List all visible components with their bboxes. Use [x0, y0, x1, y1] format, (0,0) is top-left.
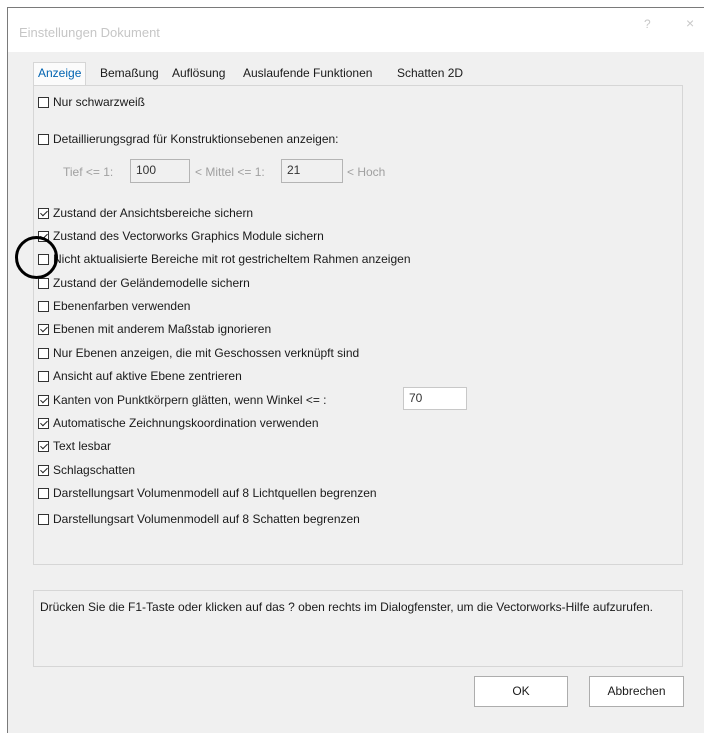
tab-auslaufende-funktionen[interactable]: Auslaufende Funktionen — [239, 63, 376, 85]
checkbox-checked[interactable] — [38, 207, 49, 219]
mittel-label: < Mittel <= 1: — [195, 165, 265, 179]
option-row[interactable]: Ebenenfarben verwenden — [38, 298, 190, 314]
option-label: Ebenenfarben verwenden — [53, 299, 191, 313]
checkbox-unchecked[interactable] — [38, 96, 49, 108]
option-row[interactable]: Darstellungsart Volumenmodell auf 8 Lich… — [38, 485, 377, 501]
checkbox-unchecked[interactable] — [38, 370, 49, 382]
title-bar: Einstellungen Dokument ? × — [8, 8, 704, 52]
option-label: Automatische Zeichnungskoordination verw… — [53, 416, 319, 430]
tab-schatten-2d[interactable]: Schatten 2D — [393, 63, 467, 85]
checkbox-unchecked[interactable] — [38, 300, 49, 312]
option-label: Nur schwarzweiß — [53, 95, 146, 109]
option-label: Zustand der Geländemodelle sichern — [53, 276, 250, 290]
option-row[interactable]: Nur schwarzweiß — [38, 94, 145, 110]
option-label: Detaillierungsgrad für Konstruktionseben… — [53, 132, 339, 146]
ok-button[interactable]: OK — [474, 676, 568, 707]
checkbox-unchecked[interactable] — [38, 513, 49, 525]
checkbox-checked[interactable] — [38, 323, 49, 335]
option-row[interactable]: Schlagschatten — [38, 462, 135, 478]
option-row[interactable]: Text lesbar — [38, 438, 111, 454]
mittel-input[interactable]: 21 — [281, 159, 343, 183]
tab-bemassung[interactable]: Bemaßung — [96, 63, 163, 85]
tab-aufloesung[interactable]: Auflösung — [168, 63, 229, 85]
close-icon[interactable]: × — [686, 15, 694, 31]
option-row[interactable]: Nur Ebenen anzeigen, die mit Geschossen … — [38, 345, 359, 361]
option-label: Zustand des Vectorworks Graphics Module … — [53, 229, 324, 243]
option-row[interactable]: Zustand des Vectorworks Graphics Module … — [38, 228, 324, 244]
option-label: Nicht aktualisierte Bereiche mit rot ges… — [53, 252, 411, 266]
help-icon[interactable]: ? — [644, 17, 651, 31]
angle-input[interactable]: 70 — [403, 387, 467, 410]
option-row[interactable]: Darstellungsart Volumenmodell auf 8 Scha… — [38, 511, 360, 527]
option-row[interactable]: Detaillierungsgrad für Konstruktionseben… — [38, 131, 339, 147]
option-row[interactable]: Automatische Zeichnungskoordination verw… — [38, 415, 319, 431]
checkbox-unchecked[interactable] — [38, 347, 49, 359]
cancel-button[interactable]: Abbrechen — [589, 676, 684, 707]
checkbox-checked[interactable] — [38, 394, 49, 406]
tab-anzeige[interactable]: Anzeige — [33, 62, 87, 86]
option-label: Ansicht auf aktive Ebene zentrieren — [53, 369, 242, 383]
option-label: Darstellungsart Volumenmodell auf 8 Scha… — [53, 512, 360, 526]
checkbox-checked[interactable] — [38, 417, 49, 429]
option-label: Text lesbar — [53, 439, 112, 453]
tief-input[interactable]: 100 — [130, 159, 190, 183]
option-label: Ebenen mit anderem Maßstab ignorieren — [53, 322, 272, 336]
option-label: Nur Ebenen anzeigen, die mit Geschossen … — [53, 346, 360, 360]
option-label: Darstellungsart Volumenmodell auf 8 Lich… — [53, 486, 377, 500]
tief-label: Tief <= 1: — [63, 165, 114, 179]
option-row[interactable]: Zustand der Geländemodelle sichern — [38, 275, 250, 291]
option-row[interactable]: Kanten von Punktkörpern glätten, wenn Wi… — [38, 392, 327, 408]
option-row[interactable]: Zustand der Ansichtsbereiche sichern — [38, 205, 253, 221]
option-row[interactable]: Nicht aktualisierte Bereiche mit rot ges… — [38, 251, 411, 267]
checkbox-checked[interactable] — [38, 464, 49, 476]
option-label: Zustand der Ansichtsbereiche sichern — [53, 206, 254, 220]
option-row[interactable]: Ansicht auf aktive Ebene zentrieren — [38, 368, 242, 384]
checkbox-checked[interactable] — [38, 440, 49, 452]
hoch-label: < Hoch — [347, 165, 386, 179]
checkbox-unchecked[interactable] — [38, 487, 49, 499]
checkbox-unchecked[interactable] — [38, 277, 49, 289]
option-row[interactable]: Ebenen mit anderem Maßstab ignorieren — [38, 321, 271, 337]
highlight-circle — [15, 236, 58, 279]
help-text: Drücken Sie die F1-Taste oder klicken au… — [40, 600, 653, 614]
option-label: Schlagschatten — [53, 463, 136, 477]
help-box: Drücken Sie die F1-Taste oder klicken au… — [33, 590, 683, 667]
option-label: Kanten von Punktkörpern glätten, wenn Wi… — [53, 393, 327, 407]
checkbox-unchecked[interactable] — [38, 133, 49, 145]
dialog-title: Einstellungen Dokument — [19, 25, 160, 40]
